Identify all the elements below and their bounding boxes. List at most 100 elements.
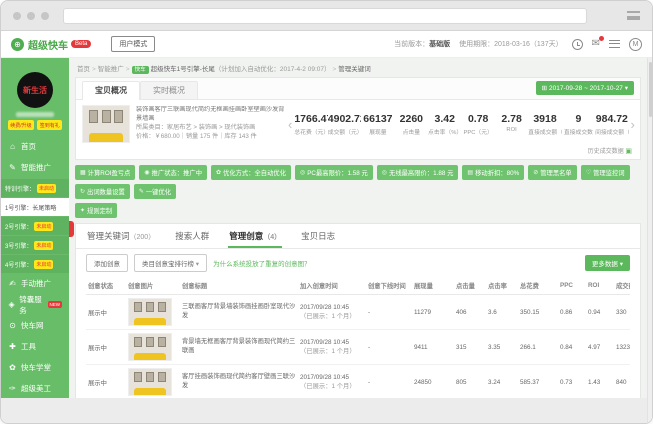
table-header-cell[interactable]: 点击率 [486, 277, 518, 295]
table-header-cell[interactable]: 创意状态 [86, 277, 126, 295]
creative-tab[interactable]: 管理关键词（200） [86, 224, 156, 248]
table-header-cell[interactable]: 展现量 [412, 277, 454, 295]
creative-thumbnail [128, 333, 172, 361]
action-button[interactable]: ◉ 推广状态：推广中 [139, 165, 207, 180]
unread-dot [599, 36, 604, 41]
app-menu-icon[interactable] [609, 40, 620, 48]
table-header-cell[interactable]: ROI [586, 277, 614, 295]
creative-title: 三联画客厅背景墙装饰画挂画卧室现代沙发 [180, 295, 298, 330]
sidebar-item[interactable]: ⊙ 快车网 [1, 315, 69, 336]
history-data-icon[interactable]: ▣ [625, 148, 632, 155]
table-header-cell[interactable]: 点击量 [454, 277, 486, 295]
messages-icon[interactable]: ✉ [592, 39, 600, 49]
table-header-cell[interactable]: 总花费 [518, 277, 558, 295]
stat-label: 直接成交额（元） [528, 127, 561, 136]
breadcrumb-plan[interactable]: 超级快车1号引擎-长尾 [151, 66, 215, 73]
creative-thumbnail [128, 298, 172, 326]
sidebar-engine-item[interactable]: 特训引擎： 未启动 [1, 178, 69, 197]
sidebar-item-label: 首页 [21, 141, 36, 152]
cell-clicks: 805 [454, 365, 486, 400]
sidebar-item[interactable]: ✿ 快车学堂 [1, 357, 69, 378]
stat-item: 0.78 PPC（元） [461, 113, 494, 136]
action-button[interactable]: ◎ 无线最高限价：1.88 元 [377, 165, 459, 180]
stat-value: 2260 [395, 113, 428, 125]
action-button[interactable]: ✿ 优化方式：全自动优化 [211, 165, 291, 180]
creative-shown-duration: （已展示：1 个月） [300, 381, 364, 390]
sidebar-item[interactable]: ✚ 工具 [1, 336, 69, 357]
cell-revenue: 840 [614, 365, 630, 400]
action-button[interactable]: ✎ 一键优化 [134, 184, 176, 199]
sidebar-item-label: 超级美工 [21, 383, 51, 394]
action-button-icon: ▦ [80, 169, 86, 176]
stat-label: 点击率（%） [428, 127, 461, 136]
cell-ppc: 0.86 [558, 295, 586, 330]
account-avatar[interactable]: M [629, 38, 642, 51]
creative-tab[interactable]: 搜索人群 [174, 224, 210, 248]
action-button[interactable]: ◎ PC最高限价：1.58 元 [295, 165, 373, 180]
action-button[interactable]: ✦ 规则定制 [75, 203, 117, 218]
sidebar-engine-item[interactable]: 4号引擎： 未启动 [1, 254, 69, 273]
action-button[interactable]: ⊘ 管理黑名单 [528, 165, 577, 180]
breadcrumb-home[interactable]: 首页 [77, 66, 90, 73]
sidebar-item[interactable]: ◈ 锦囊服务 NEW [1, 294, 69, 315]
stat-item: 1766.47 总花费（元） [294, 113, 327, 136]
sidebar-item-icon: ✿ [8, 363, 17, 372]
table-header-cell[interactable]: 创意下线时间 [366, 277, 412, 295]
action-button[interactable]: ♡ 管理监控词 [581, 165, 630, 180]
page-scrollbar[interactable] [647, 58, 652, 424]
sidebar-item[interactable]: ✎ 智能推广 [1, 157, 69, 178]
table-header-cell[interactable]: PPC [558, 277, 586, 295]
promo-badge[interactable]: 续费/升级 [8, 120, 34, 130]
cell-cost: 585.37 [518, 365, 558, 400]
feedback-tab[interactable] [69, 221, 74, 237]
stats-prev-icon[interactable]: ‹ [286, 118, 294, 131]
more-data-button[interactable]: 更多数据 [585, 255, 630, 271]
stat-value: 984.72 [595, 113, 628, 125]
creative-tab[interactable]: 宝贝日志 [300, 224, 336, 248]
sidebar-engine-item[interactable]: 2号引擎： 未启动 [1, 216, 69, 235]
promo-badge[interactable]: 签到有礼 [37, 120, 62, 130]
table-header-cell[interactable]: 创意标题 [180, 277, 298, 295]
sidebar-item-icon: ✑ [8, 384, 17, 393]
sidebar-item[interactable]: ✑ 超级美工 [1, 378, 69, 399]
date-range-picker[interactable]: ⊞2017-09-28 ~ 2017-10-27 [536, 81, 634, 95]
add-creative-button[interactable]: 添加创意 [86, 254, 128, 272]
sidebar-engine-item[interactable]: 3号引擎： 未启动 [1, 235, 69, 254]
product-category: 所属类目：家居布艺 > 装饰画 > 现代装饰画 [136, 124, 286, 133]
main-content: 首页>智能推广>快车超级快车1号引擎-长尾（计划加入自动优化：2017-4-2 … [69, 58, 647, 424]
url-input[interactable] [63, 8, 587, 24]
overview-tab[interactable]: 宝贝概况 [82, 81, 140, 100]
product-image [82, 105, 130, 143]
user-mode-button[interactable]: 用户模式 [111, 36, 155, 52]
table-header-cell[interactable]: 加入创意时间 [298, 277, 366, 295]
product-title: 装饰画客厅三联画现代简约无框画挂画卧室壁画沙发背景墙画 [136, 106, 286, 124]
stats-next-icon[interactable]: › [629, 118, 637, 131]
scrollbar-thumb[interactable] [649, 62, 652, 117]
plan-actions: ▦ 计算ROI盈亏点 ◉ 推广状态：推广中 ✿ 优化方式：全自动优化 [75, 160, 641, 223]
action-button[interactable]: ↻ 出词数量设置 [75, 184, 130, 199]
category-rank-dropdown[interactable]: 类目创意宝排行榜 [134, 254, 207, 272]
minimize-window-icon[interactable] [27, 12, 35, 20]
overview-tab[interactable]: 实时概况 [140, 81, 198, 99]
engine-label: 3号引擎： [5, 241, 32, 250]
browser-window: ⊕ 超级快车 Beta 用户模式 当前版本：基础版 使用期限：2018-03-1… [0, 0, 653, 424]
table-header-cell[interactable]: 创意图片 [126, 277, 180, 295]
action-button[interactable]: ▦ 计算ROI盈亏点 [75, 165, 135, 180]
history-data-link[interactable]: 历史成交数据 [588, 149, 624, 155]
history-clock-icon[interactable] [572, 39, 583, 50]
action-button[interactable]: ▤ 移动折扣：80% [462, 165, 524, 180]
table-header-cell[interactable]: 成交额 [614, 277, 630, 295]
sidebar-engine-item[interactable]: 1号引擎：长尾策略 [1, 197, 69, 216]
maximize-window-icon[interactable] [41, 12, 49, 20]
stat-value: 1766.47 [294, 113, 327, 125]
sidebar-item[interactable]: ⌂ 首页 [1, 136, 69, 157]
creative-add-time: 2017/09/28 10:45 [300, 304, 364, 311]
browser-menu-icon[interactable] [627, 11, 640, 20]
creative-tab[interactable]: 管理创意（4） [228, 224, 282, 248]
duplicate-creative-help-link[interactable]: 为什么系统投放了重复的创意图？ [213, 258, 311, 268]
close-window-icon[interactable] [13, 12, 21, 20]
breadcrumb-section[interactable]: 智能推广 [98, 66, 124, 73]
sidebar-item[interactable]: ✍ 手动推广 [1, 273, 69, 294]
action-button-icon: ▤ [467, 169, 473, 176]
creative-offline-time: - [366, 295, 412, 330]
